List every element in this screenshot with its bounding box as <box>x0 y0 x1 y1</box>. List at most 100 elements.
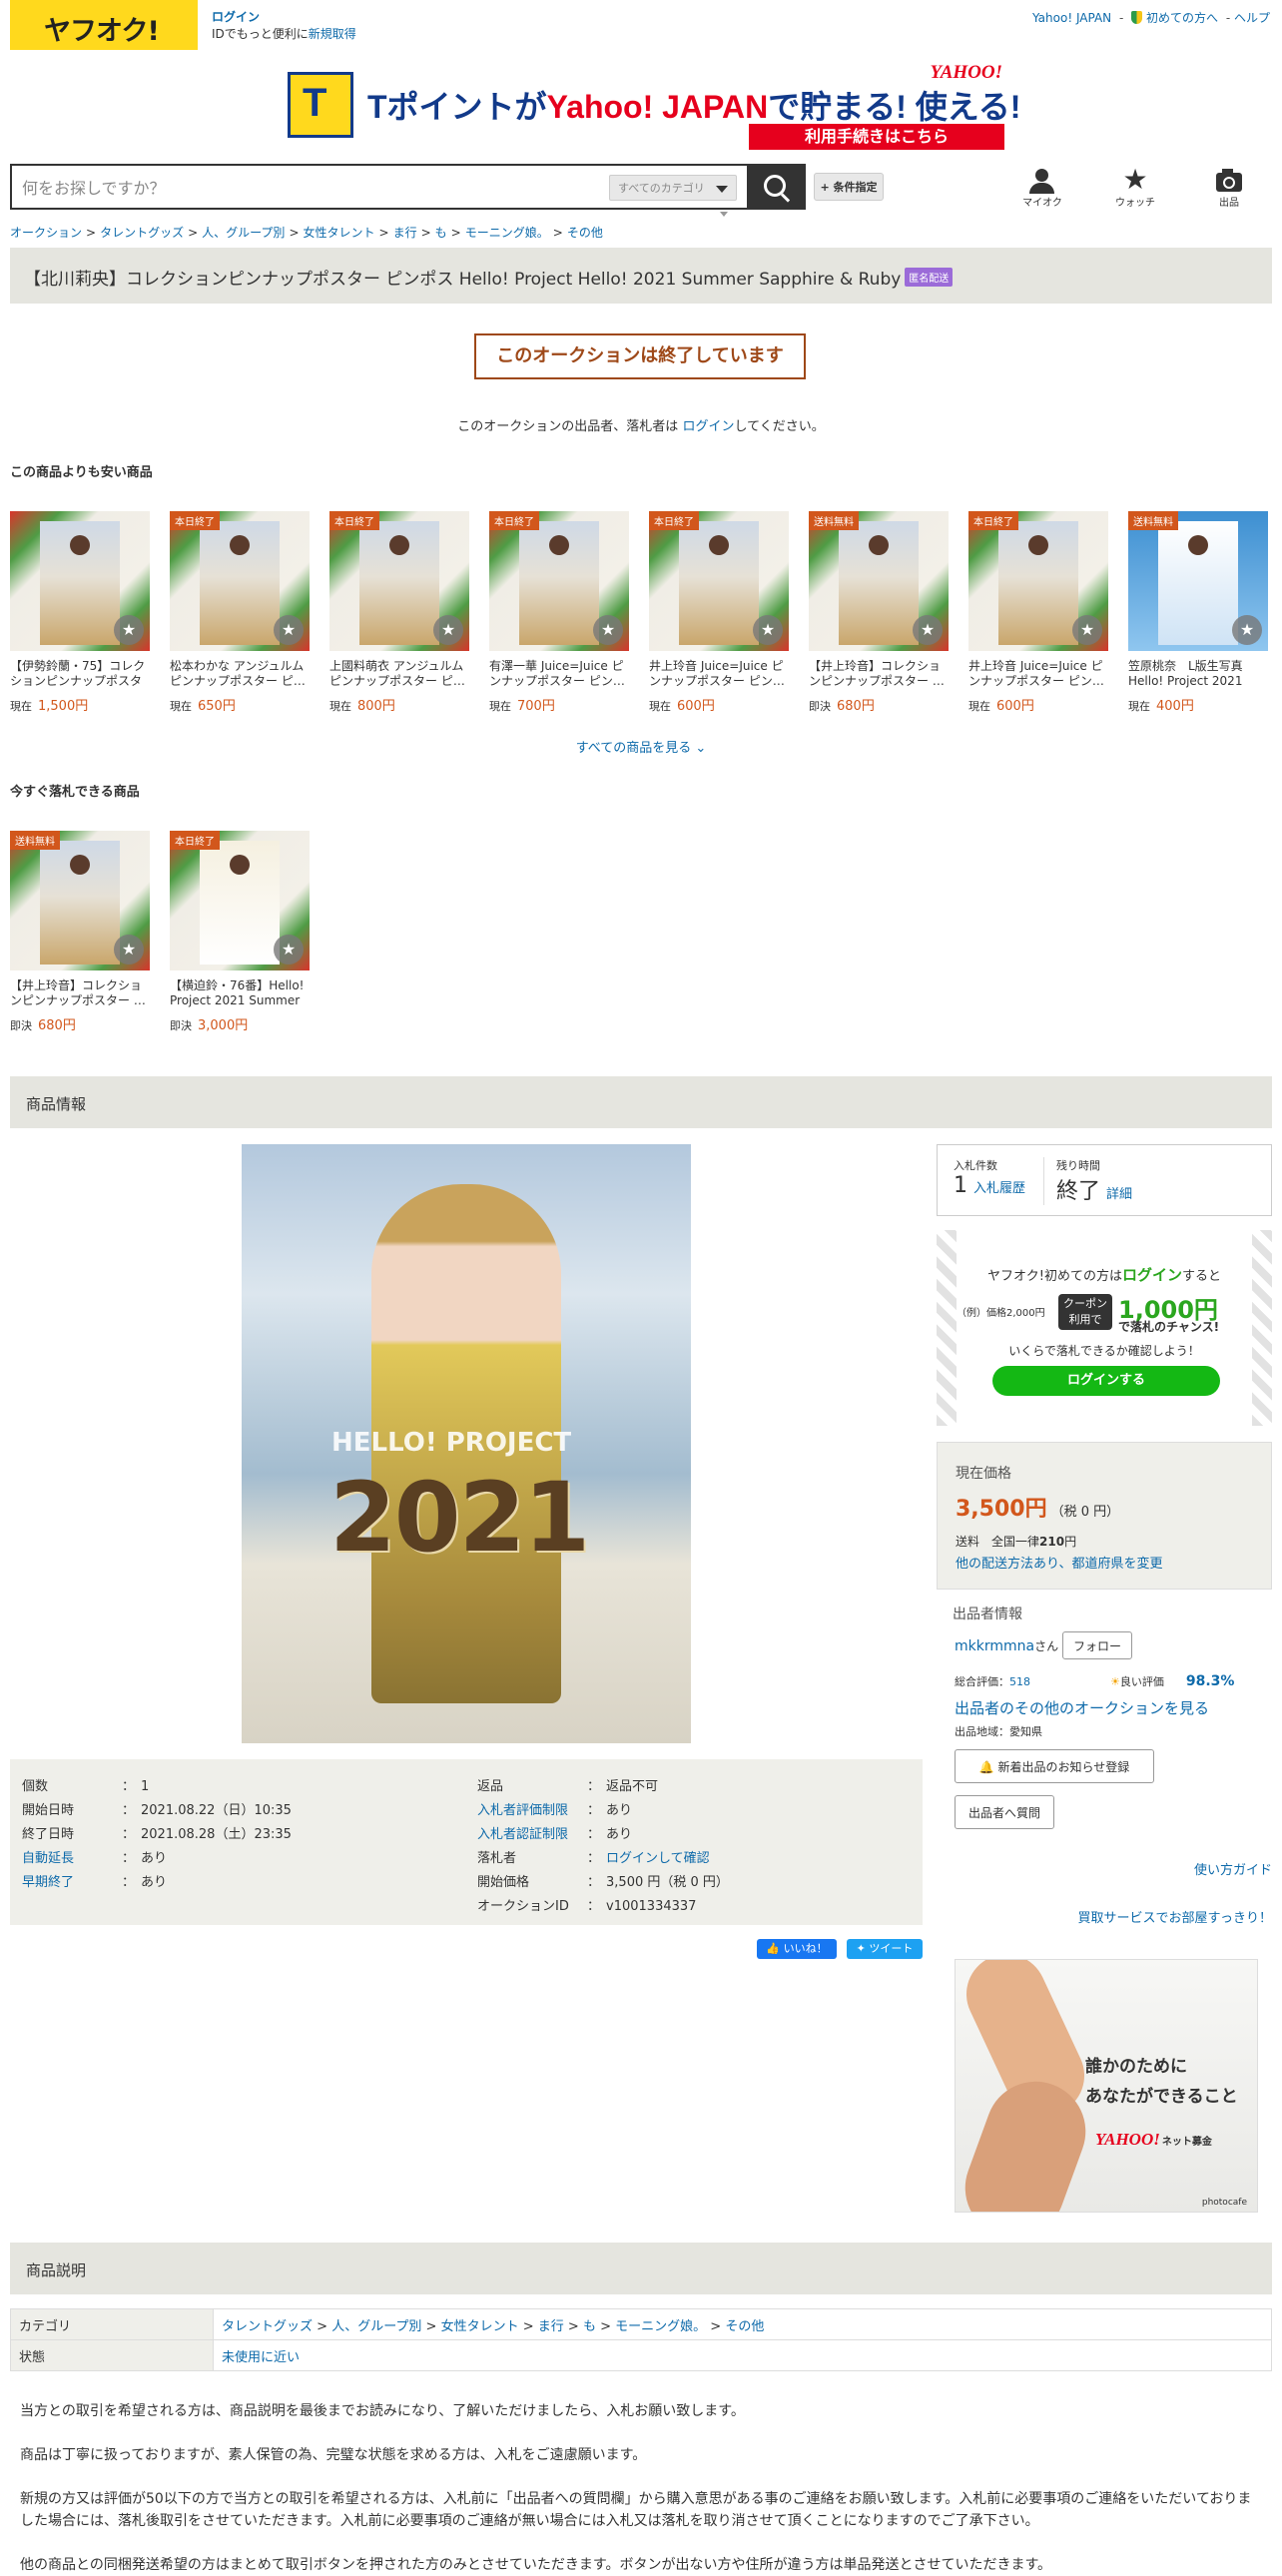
breadcrumb-item[interactable]: その他 <box>567 226 603 240</box>
product-card[interactable]: 送料無料 ★ 【井上玲音】コレクションピンナップポスター … 即決 680円 <box>10 831 150 1033</box>
search-dropdown-icon[interactable] <box>720 212 728 217</box>
product-name[interactable]: 有澤一華 Juice=Juice ピンナップポスター ピン… <box>489 659 629 689</box>
breadcrumb-item[interactable]: 女性タレント <box>304 226 375 240</box>
follow-button[interactable]: フォロー <box>1062 1631 1132 1659</box>
product-name[interactable]: 上國料萌衣 アンジュルム ピンナップポスター ピ… <box>329 659 469 689</box>
help-link[interactable]: ヘルプ <box>1234 11 1270 25</box>
product-price: 現在 1,500円 <box>10 699 89 714</box>
seller-rating-link[interactable]: 518 <box>1009 1675 1030 1688</box>
notify-new-listing-button[interactable]: 🔔 新着出品のお知らせ登録 <box>955 1749 1154 1783</box>
chevron-down-icon: ⌄ <box>695 741 707 756</box>
shipping-options-link[interactable]: 他の配送方法あり、都道府県を変更 <box>956 1553 1162 1572</box>
breadcrumb-item[interactable]: も <box>435 226 447 240</box>
breadcrumb-item[interactable]: タレントグッズ <box>100 226 184 240</box>
product-card[interactable]: 本日終了 ★ 有澤一華 Juice=Juice ピンナップポスター ピン… 現在… <box>489 511 629 714</box>
camera-icon <box>1199 166 1259 194</box>
product-card[interactable]: 本日終了 ★ 井上玲音 Juice=Juice ピンナップポスター ピン… 現在… <box>968 511 1108 714</box>
shipping-info: 送料 全国一律210円 <box>956 1535 1077 1549</box>
breadcrumb-item[interactable]: モーニング娘。 <box>465 226 549 240</box>
watch-star-icon[interactable]: ★ <box>1072 615 1102 645</box>
auto-extend-link[interactable]: 自動延長 <box>22 1847 122 1871</box>
breadcrumb-item[interactable]: 人、グループ別 <box>202 226 285 240</box>
product-name[interactable]: 【伊勢鈴蘭・75】コレクションピンナップポスター… <box>10 659 150 689</box>
login-link[interactable]: ログイン <box>682 419 734 434</box>
usage-guide-link[interactable]: 使い方ガイド <box>1194 1859 1272 1878</box>
myauction-nav[interactable]: マイオク <box>1012 166 1072 209</box>
product-name[interactable]: 井上玲音 Juice=Juice ピンナップポスター ピン… <box>649 659 789 689</box>
promo-chance: で落札のチャンス! <box>1118 1320 1220 1334</box>
product-card[interactable]: 本日終了 ★ 井上玲音 Juice=Juice ピンナップポスター ピン… 現在… <box>649 511 789 714</box>
signup-link[interactable]: 新規取得 <box>309 27 356 41</box>
product-name[interactable]: 【井上玲音】コレクションピンナップポスター … <box>10 978 150 1008</box>
search-button[interactable] <box>747 164 806 210</box>
category-link[interactable]: タレントグッズ <box>222 2319 313 2334</box>
facebook-like-button[interactable]: 👍 いいね！ <box>757 1939 837 1959</box>
auction-ended-notice: このオークションは終了しています <box>474 333 806 379</box>
filter-button[interactable]: + 条件指定 <box>814 173 884 201</box>
breadcrumb-item[interactable]: ま行 <box>393 226 417 240</box>
tpoint-banner[interactable]: T TポイントがYahoo! JAPANで貯まる! 使える! YAHOO! 利用… <box>286 60 1020 152</box>
beginner-link[interactable]: 初めての方へ <box>1146 11 1218 25</box>
seller-other-auctions-link[interactable]: 出品者のその他のオークションを見る <box>955 1697 1209 1718</box>
top-sep: - <box>1118 11 1124 25</box>
breadcrumb-item[interactable]: オークション <box>10 226 82 240</box>
category-link[interactable]: ま行 <box>538 2319 564 2334</box>
charity-ad[interactable]: 誰かのために あなたができること YAHOO! ネット募金 photocafe <box>955 1959 1258 2213</box>
seller-name-link[interactable]: mkkrmmna <box>955 1638 1034 1654</box>
bid-history-link[interactable]: 入札履歴 <box>973 1181 1025 1196</box>
info-row: 自動延長：あり <box>22 1847 292 1871</box>
watch-star-icon[interactable]: ★ <box>1232 615 1262 645</box>
info-row: 個数： 1 <box>22 1779 150 1794</box>
category-link[interactable]: モーニング娘。 <box>615 2319 706 2334</box>
tweet-button[interactable]: ✦ ツイート <box>847 1939 923 1959</box>
watch-star-icon[interactable]: ★ <box>274 615 304 645</box>
product-name[interactable]: 松本わかな アンジュルム ピンナップポスター ピ… <box>170 659 310 689</box>
time-detail-link[interactable]: 詳細 <box>1106 1187 1132 1202</box>
ending-today-badge: 本日終了 <box>170 831 220 850</box>
winner-login-link[interactable]: ログインして確認 <box>606 1851 710 1866</box>
watch-star-icon[interactable]: ★ <box>753 615 783 645</box>
product-card[interactable]: 送料無料 ★ 笠原桃奈 L版生写真 Hello! Project 2021 Su… <box>1128 511 1268 714</box>
product-name[interactable]: 【横迫鈴・76番】Hello! Project 2021 Summer … <box>170 978 310 1008</box>
sell-nav[interactable]: 出品 <box>1199 166 1259 209</box>
login-link[interactable]: ログイン <box>212 10 260 24</box>
yahoo-japan-link[interactable]: Yahoo! JAPAN <box>1032 11 1111 25</box>
ending-today-badge: 本日終了 <box>649 511 699 530</box>
watch-star-icon[interactable]: ★ <box>593 615 623 645</box>
ask-seller-button[interactable]: 出品者へ質問 <box>955 1795 1054 1829</box>
category-link[interactable]: その他 <box>725 2319 764 2334</box>
product-card[interactable]: ★ 【伊勢鈴蘭・75】コレクションピンナップポスター… 現在1,500円 <box>10 511 150 714</box>
see-all-link[interactable]: すべての商品を見る ⌄ <box>0 737 1282 756</box>
product-name[interactable]: 笠原桃奈 L版生写真 Hello! Project 2021 Su… <box>1128 659 1268 689</box>
product-name[interactable]: 井上玲音 Juice=Juice ピンナップポスター ピン… <box>968 659 1108 689</box>
info-row: 終了日時： 2021.08.28（土）23:35 <box>22 1827 292 1842</box>
category-link[interactable]: も <box>583 2319 596 2334</box>
yahuoku-logo[interactable]: ヤフオク! <box>10 0 198 50</box>
banner-register-button[interactable]: 利用手続きはこちら <box>749 124 1004 150</box>
cheaper-items-list: ★ 【伊勢鈴蘭・75】コレクションピンナップポスター… 現在1,500円 本日終… <box>10 511 1268 714</box>
watch-nav[interactable]: ★ ウォッチ <box>1105 166 1165 210</box>
bidder-auth-limit-link[interactable]: 入札者認証制限 <box>477 1823 587 1847</box>
category-link[interactable]: 人、グループ別 <box>331 2319 421 2334</box>
main-product-image[interactable]: HELLO! PROJECT 2021 <box>242 1144 691 1743</box>
search-input[interactable] <box>20 166 603 210</box>
product-card[interactable]: 本日終了 ★ 【横迫鈴・76番】Hello! Project 2021 Summ… <box>170 831 310 1033</box>
product-card[interactable]: 本日終了 ★ 上國料萌衣 アンジュルム ピンナップポスター ピ… 現在 800円 <box>329 511 469 714</box>
product-name[interactable]: 【井上玲音】コレクションピンナップポスター … <box>809 659 949 689</box>
promo-login-button[interactable]: ログインする <box>992 1366 1220 1396</box>
early-end-link[interactable]: 早期終了 <box>22 1871 122 1895</box>
sell-label: 出品 <box>1219 198 1239 209</box>
watch-star-icon[interactable]: ★ <box>433 615 463 645</box>
bidder-rating-limit-link[interactable]: 入札者評価制限 <box>477 1799 587 1823</box>
watch-star-icon[interactable]: ★ <box>274 935 304 965</box>
watch-star-icon[interactable]: ★ <box>114 615 144 645</box>
watch-star-icon[interactable]: ★ <box>913 615 943 645</box>
product-card[interactable]: 送料無料 ★ 【井上玲音】コレクションピンナップポスター … 即決 680円 <box>809 511 949 714</box>
product-card[interactable]: 本日終了 ★ 松本わかな アンジュルム ピンナップポスター ピ… 現在 650円 <box>170 511 310 714</box>
buy-service-link[interactable]: 買取サービスでお部屋すっきり！ <box>1078 1907 1272 1926</box>
condition-link[interactable]: 未使用に近い <box>222 2350 300 2365</box>
watch-star-icon[interactable]: ★ <box>114 935 144 965</box>
category-link[interactable]: 女性タレント <box>441 2319 519 2334</box>
category-select[interactable]: すべてのカテゴリ <box>609 175 737 201</box>
ending-today-badge: 本日終了 <box>489 511 539 530</box>
